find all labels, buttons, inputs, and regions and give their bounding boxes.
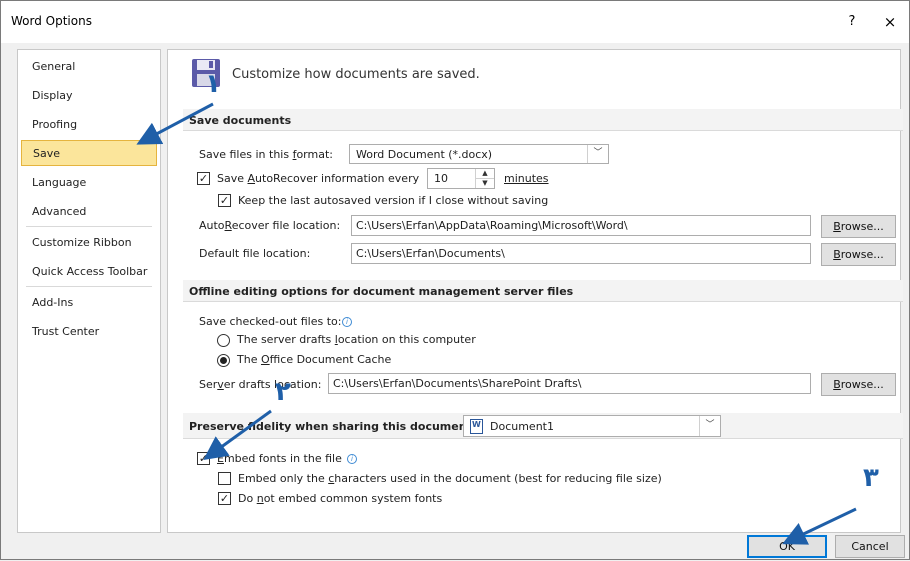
annotation-number-3: ۳ <box>863 463 879 493</box>
annotation-arrow-3 <box>782 507 857 545</box>
annotation-number-2: ۲ <box>275 377 291 407</box>
annotation-arrow-1 <box>136 102 214 145</box>
annotation-arrow-2 <box>203 409 272 461</box>
annotation-number-1: ۱ <box>205 69 221 99</box>
word-options-dialog: Word Options ? × General Display Proofin… <box>0 0 910 560</box>
annotation-arrows <box>136 102 857 545</box>
